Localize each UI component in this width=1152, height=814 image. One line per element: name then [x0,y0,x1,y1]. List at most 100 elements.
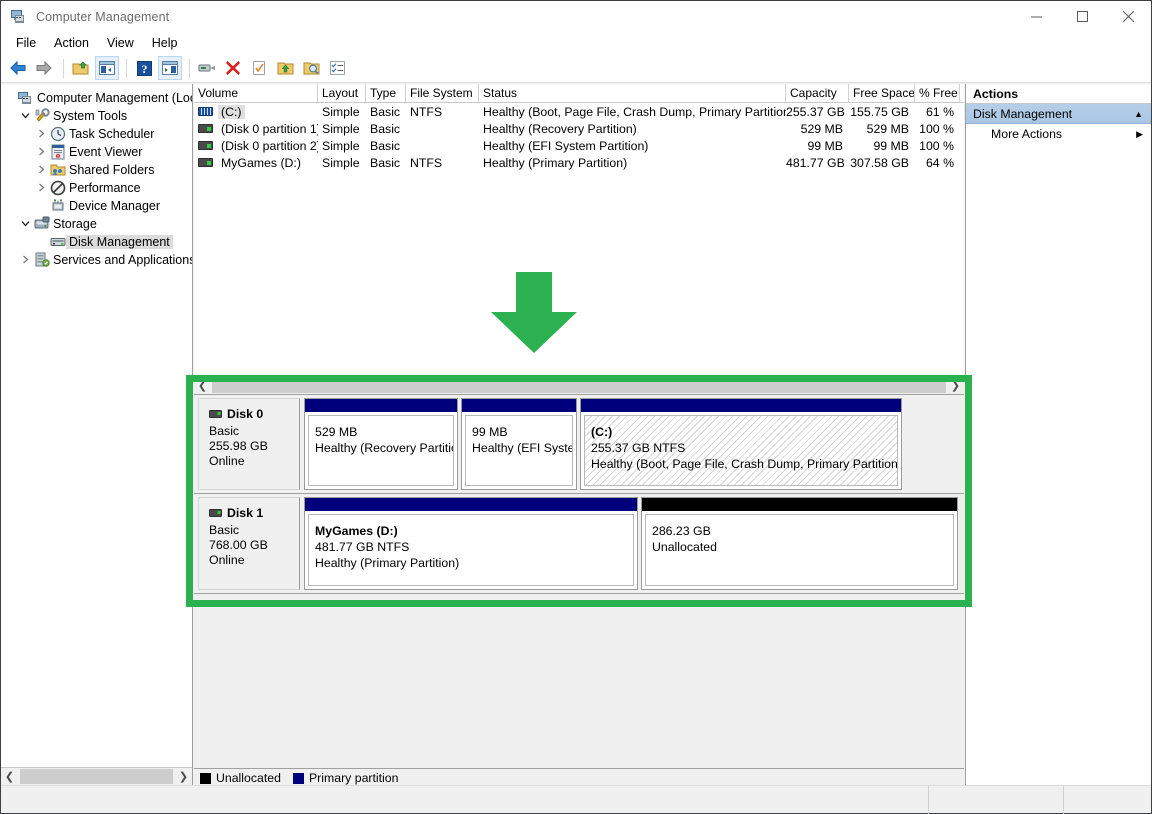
partition-color-bar [305,399,457,412]
chevron-right-icon[interactable] [33,183,49,194]
clock-icon [49,126,66,142]
tree-item-disk-management[interactable]: Disk Management [1,233,192,251]
legend-label: Primary partition [308,771,399,785]
tree-item-label: Performance [69,181,141,195]
list-icon[interactable] [325,56,349,80]
maximize-button[interactable] [1059,1,1105,32]
close-button[interactable] [1105,1,1151,32]
volume-cell-type: Basic [370,155,401,170]
volume-cell-status: Healthy (Boot, Page File, Crash Dump, Pr… [483,104,786,119]
chevron-right-icon[interactable] [33,129,49,140]
chevron-down-icon[interactable] [17,111,33,122]
column-header-status[interactable]: Status [479,84,786,102]
column-header--free[interactable]: % Free [915,84,960,102]
scroll-left-arrow-icon[interactable]: ❮ [194,377,211,394]
disk-icon [209,407,222,422]
disk-row: Disk 1 Basic 768.00 GB Online MyGames (D:) 48… [194,494,964,594]
partition-block[interactable]: MyGames (D:) 481.77 GB NTFS Healthy (Prima… [304,497,638,590]
tree-scroll-track[interactable] [18,768,175,785]
partition-status: Healthy (Boot, Page File, Crash Dump, Pr… [591,457,898,471]
volume-cell-name: MyGames (D:) [194,156,318,170]
minimize-button[interactable] [1013,1,1059,32]
disk-info-panel[interactable]: Disk 1 Basic 768.00 GB Online [198,497,300,590]
actions-group-disk-management[interactable]: Disk Management ▲ [966,104,1151,124]
menu-action[interactable]: Action [45,34,98,53]
chevron-right-icon[interactable] [17,255,33,266]
tree-scroll-thumb[interactable] [20,769,173,784]
scroll-right-arrow-icon[interactable]: ❯ [947,377,964,394]
column-header-capacity[interactable]: Capacity [786,84,849,102]
volume-scroll-track[interactable] [211,376,947,394]
up-folder-icon[interactable] [69,56,93,80]
tree-item-shared-folders[interactable]: Shared Folders [1,161,192,179]
storage-icon [33,216,50,232]
status-cell-main [1,786,929,814]
column-header-volume[interactable]: Volume [194,84,318,102]
partition-size: 286.23 GB [652,524,711,538]
properties-icon[interactable] [195,56,219,80]
help-icon[interactable]: ? [132,56,156,80]
menu-file[interactable]: File [7,34,45,53]
chevron-up-icon[interactable]: ▲ [1134,109,1143,119]
scroll-right-arrow-icon[interactable]: ❯ [175,768,192,785]
volume-cell-layout: Simple [322,104,360,119]
delete-icon[interactable] [221,56,245,80]
action-more-actions[interactable]: More Actions ▶ [966,124,1151,144]
tree-item-task-scheduler[interactable]: Task Scheduler [1,125,192,143]
volume-cell-name: (Disk 0 partition 2) [194,139,318,153]
legend-item: Unallocated [200,771,281,785]
scroll-left-arrow-icon[interactable]: ❮ [1,768,18,785]
volume-cell-percent-free: 61 % [925,104,954,119]
tree-horizontal-scrollbar[interactable]: ❮ ❯ [1,767,192,785]
tree-item-storage[interactable]: Storage [1,215,192,233]
volume-cell-layout: Simple [322,121,360,136]
tree-item-device-manager[interactable]: Device Manager [1,197,192,215]
volume-row[interactable]: MyGames (D:) Simple Basic NTFS Healthy (Prim… [194,154,964,171]
export-list-icon[interactable] [273,56,297,80]
partition-block[interactable]: 99 MB Healthy (EFI System [461,398,577,490]
column-header-type[interactable]: Type [366,84,406,102]
tree-item-performance[interactable]: Performance [1,179,192,197]
tree-item-label: System Tools [53,109,128,123]
title-bar: Computer Management [1,1,1151,32]
search-icon[interactable] [299,56,323,80]
show-hide-console-tree-icon[interactable] [95,56,119,80]
volume-icon [198,124,213,133]
tree-item-label: Shared Folders [69,163,155,177]
show-hide-action-pane-icon[interactable] [158,56,182,80]
volume-row[interactable]: (C:) Simple Basic NTFS Healthy (Boot, Page F… [194,103,964,120]
chevron-right-icon[interactable]: ▶ [1136,129,1143,140]
volume-cell-type: Basic [370,121,401,136]
volume-row[interactable]: (Disk 0 partition 2) Simple Basic Healthy (… [194,137,964,154]
partition-block[interactable]: (C:) 255.37 GB NTFS Healthy (Boot, Page Fi… [580,398,902,490]
column-header-file-system[interactable]: File System [406,84,479,102]
volume-row[interactable]: (Disk 0 partition 1) Simple Basic Healthy (… [194,120,964,137]
volume-cell-name: (Disk 0 partition 1) [194,122,318,136]
column-header-free-space[interactable]: Free Space [849,84,915,102]
partition-status: Healthy (Primary Partition) [315,556,460,570]
partition-label: MyGames (D:) [315,524,398,538]
volume-cell-capacity: 481.77 GB [786,155,845,170]
status-cell-2 [1064,786,1151,814]
volume-list[interactable]: (C:) Simple Basic NTFS Healthy (Boot, Page F… [194,103,964,376]
volume-scroll-thumb[interactable] [212,377,946,393]
computer-management-window: Computer Management File Action View Hel… [0,0,1152,814]
disk-info-panel[interactable]: Disk 0 Basic 255.98 GB Online [198,398,300,490]
chevron-down-icon[interactable] [17,219,33,230]
tree-item-system-tools[interactable]: System Tools [1,107,192,125]
partition-block[interactable]: 286.23 GB Unallocated [641,497,958,590]
tree-item-services-and-applications[interactable]: Services and Applications [1,251,192,269]
chevron-right-icon[interactable] [33,165,49,176]
chevron-right-icon[interactable] [33,147,49,158]
tree-item-computer-management-local[interactable]: Computer Management (Local [1,89,192,107]
disk-size: 768.00 GB [209,538,268,552]
rescan-disks-icon[interactable] [247,56,271,80]
volume-list-horizontal-scrollbar[interactable]: ❮ ❯ [194,376,964,394]
partition-block[interactable]: 529 MB Healthy (Recovery Partition) [304,398,458,490]
column-header-layout[interactable]: Layout [318,84,366,102]
forward-icon[interactable] [32,56,56,80]
menu-help[interactable]: Help [143,34,187,53]
menu-view[interactable]: View [98,34,143,53]
back-icon[interactable] [6,56,30,80]
tree-item-event-viewer[interactable]: Event Viewer [1,143,192,161]
